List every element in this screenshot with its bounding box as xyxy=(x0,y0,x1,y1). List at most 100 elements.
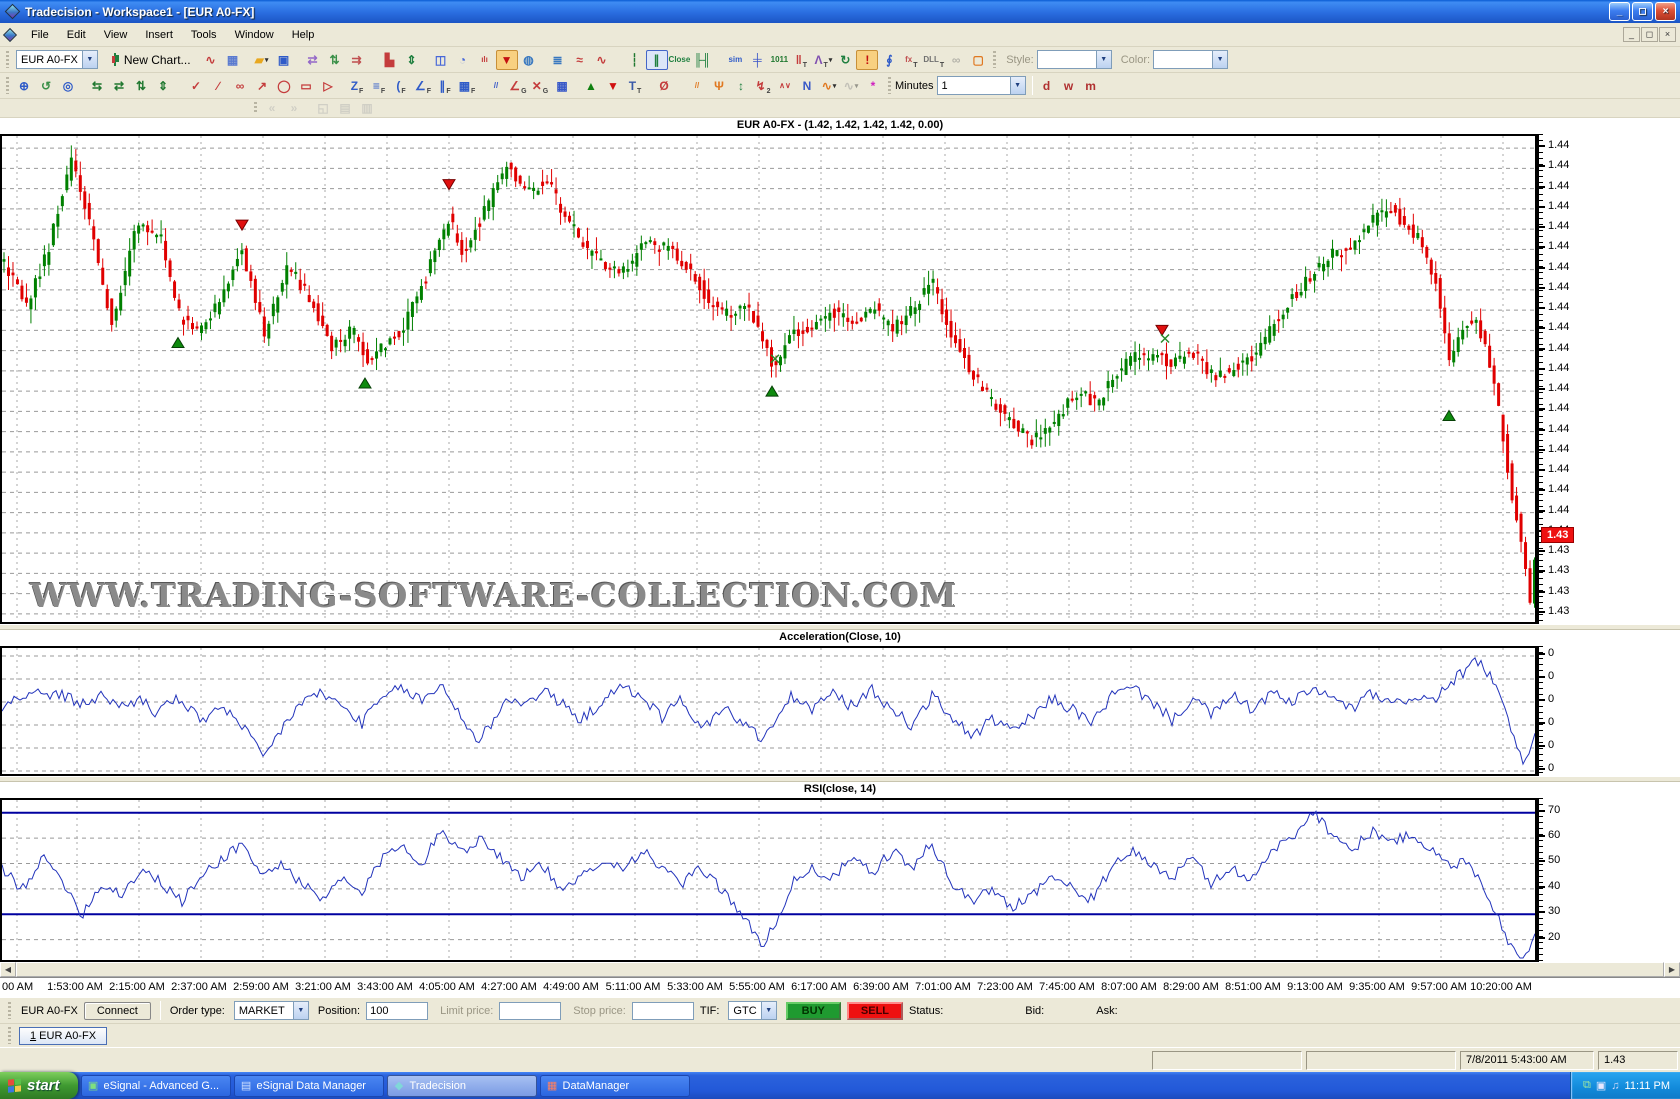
tif-select[interactable]: GTC ▼ xyxy=(728,1001,776,1020)
toolbar-grip[interactable] xyxy=(8,1027,11,1043)
color-combo[interactable]: ▼ xyxy=(1153,50,1228,69)
new-chart-button[interactable]: New Chart... xyxy=(103,50,198,70)
style-ticks-icon[interactable]: ┆ xyxy=(624,50,646,70)
session-clock-icon[interactable]: ◔ xyxy=(452,50,474,70)
text-label-icon[interactable]: TT xyxy=(624,76,646,96)
chevron-down-icon[interactable]: ▼ xyxy=(761,1002,776,1019)
volume-icon[interactable]: ♫ xyxy=(1611,1080,1619,1092)
mdi-restore-button[interactable]: ◻ xyxy=(1641,27,1658,42)
cycle-wave-icon[interactable]: ∿▾ xyxy=(818,76,840,96)
weekly-bars-icon[interactable]: w xyxy=(1058,76,1080,96)
main-price-chart[interactable]: WWW.TRADING-SOFTWARE-COLLECTION.COM xyxy=(0,134,1535,624)
display-icon[interactable]: ▣ xyxy=(1596,1079,1606,1092)
updown-candles-icon[interactable]: ⇕ xyxy=(401,50,423,70)
zigzag-icon[interactable]: ∧∨ xyxy=(774,76,796,96)
symbol-combo[interactable]: EUR A0-FX ▼ xyxy=(16,50,98,69)
minimize-button[interactable]: _ xyxy=(1609,2,1630,21)
binary-code-icon[interactable]: 1011 xyxy=(768,50,790,70)
fibo-retracement-icon[interactable]: ≡F xyxy=(368,76,390,96)
chevron-down-icon[interactable]: ▼ xyxy=(1096,51,1111,68)
start-button[interactable]: start xyxy=(0,1072,78,1099)
style-candles-icon[interactable]: ∥ xyxy=(646,50,668,70)
expand-vertical-icon[interactable]: ⇕ xyxy=(152,76,174,96)
squeeze-vertical-icon[interactable]: ⇅ xyxy=(130,76,152,96)
range-measure-icon[interactable]: ↕ xyxy=(730,76,752,96)
open-folder-icon[interactable]: ▰▾ xyxy=(251,50,273,70)
percent-change-icon[interactable]: ↯2 xyxy=(752,76,774,96)
sketch-formula-icon[interactable]: ∮ xyxy=(878,50,900,70)
sim-trade-icon[interactable]: sim xyxy=(724,50,746,70)
toolbar-grip[interactable] xyxy=(8,1002,11,1020)
menu-edit[interactable]: Edit xyxy=(58,25,95,45)
horizontal-scrollbar[interactable]: ◀ ▶ xyxy=(0,962,1680,977)
chevron-down-icon[interactable]: ▼ xyxy=(82,51,97,68)
dll-icon[interactable]: DLLT xyxy=(922,50,945,70)
daily-bars-icon[interactable]: d xyxy=(1036,76,1058,96)
minutes-combo[interactable]: 1 ▼ xyxy=(937,76,1026,95)
close-button[interactable]: × xyxy=(1655,2,1676,21)
volume-histogram-icon[interactable]: ılı xyxy=(474,50,496,70)
print-layout-icon[interactable]: ▦ xyxy=(222,50,244,70)
taskbar-button-tradecision[interactable]: ◆Tradecision xyxy=(387,1075,537,1097)
fx-function-icon[interactable]: fxT xyxy=(900,50,922,70)
improver-icon[interactable]: ‖T xyxy=(790,50,812,70)
star-burst-icon[interactable]: * xyxy=(862,76,884,96)
toolbar-grip[interactable] xyxy=(888,77,891,95)
wave-profile-icon[interactable]: N xyxy=(796,76,818,96)
chart-wizard-icon[interactable]: ∿ xyxy=(200,50,222,70)
chevron-down-icon[interactable]: ▼ xyxy=(1010,77,1025,94)
menu-window[interactable]: Window xyxy=(226,25,283,45)
news-globe-icon[interactable]: ◍ xyxy=(518,50,540,70)
limit-price-input[interactable] xyxy=(499,1002,561,1020)
parallel-lines-icon[interactable]: // xyxy=(485,76,507,96)
taskbar-button-datamanager[interactable]: ▦DataManager xyxy=(540,1075,690,1097)
connect-button[interactable]: Connect xyxy=(84,1002,151,1020)
import-chart-icon[interactable]: ⇅ xyxy=(324,50,346,70)
monthly-bars-icon[interactable]: m xyxy=(1080,76,1102,96)
gann-grid-icon[interactable]: ✕G xyxy=(529,76,551,96)
network-icon[interactable]: ⧉ xyxy=(1583,1079,1591,1092)
draw-trendline-icon[interactable]: ∕ xyxy=(207,76,229,96)
mdi-close-button[interactable]: × xyxy=(1659,27,1676,42)
order-type-select[interactable]: MARKET ▼ xyxy=(234,1001,309,1020)
gann-fan-icon[interactable]: ∠G xyxy=(507,76,529,96)
taskbar-button-esignal-data-manager[interactable]: ▤eSignal Data Manager xyxy=(234,1075,384,1097)
menu-file[interactable]: File xyxy=(22,25,58,45)
regression-lines-icon[interactable]: // xyxy=(686,76,708,96)
menu-view[interactable]: View xyxy=(95,25,137,45)
fibo-channel-icon[interactable]: ∥F xyxy=(434,76,456,96)
strategy-swap-icon[interactable]: ↻ xyxy=(834,50,856,70)
share-chart-icon[interactable]: ⇄ xyxy=(302,50,324,70)
fibo-grid-icon[interactable]: ▦F xyxy=(456,76,478,96)
title-bar[interactable]: Tradecision - Workspace1 - [EUR A0-FX] _… xyxy=(0,0,1680,23)
scrollbar-thumb[interactable] xyxy=(16,962,1664,977)
buy-arrow-icon[interactable]: ▲ xyxy=(580,76,602,96)
fibo-fan-icon[interactable]: ∠F xyxy=(412,76,434,96)
select-region-icon[interactable]: ▢ xyxy=(967,50,989,70)
toolbar-grip[interactable] xyxy=(993,51,996,69)
symbol-scan-icon[interactable]: ∿ xyxy=(591,50,613,70)
market-scan-icon[interactable]: ≈ xyxy=(569,50,591,70)
draw-triangle-icon[interactable]: ▷ xyxy=(317,76,339,96)
draw-ellipse-icon[interactable]: ◯ xyxy=(273,76,295,96)
fibo-time-zones-icon[interactable]: ZF xyxy=(346,76,368,96)
buy-button[interactable]: BUY xyxy=(786,1002,841,1020)
chevron-down-icon[interactable]: ▼ xyxy=(293,1002,308,1019)
toolbar-grip[interactable] xyxy=(6,77,9,95)
position-input[interactable] xyxy=(366,1002,428,1020)
strategy-alert-icon[interactable]: ! xyxy=(856,50,878,70)
style-close-line-icon[interactable]: Close xyxy=(668,50,692,70)
price-axis[interactable]: 1.431.431.431.431.441.441.441.441.441.44… xyxy=(1535,134,1680,624)
grid-box-icon[interactable]: ▦ xyxy=(551,76,573,96)
pin-strategy-icon[interactable]: ╪ xyxy=(746,50,768,70)
stop-price-input[interactable] xyxy=(632,1002,694,1020)
menu-insert[interactable]: Insert xyxy=(136,25,182,45)
zoom-all-icon[interactable]: ◎ xyxy=(57,76,79,96)
menu-tools[interactable]: Tools xyxy=(182,25,226,45)
scrollbar-right-arrow[interactable]: ▶ xyxy=(1664,962,1680,977)
style-bars-icon[interactable]: ╟╢ xyxy=(691,50,713,70)
eraser-icon[interactable]: Ø xyxy=(653,76,675,96)
indicator-list-icon[interactable]: ≣ xyxy=(547,50,569,70)
merge-data-icon[interactable]: ⇉ xyxy=(346,50,368,70)
fibo-arcs-icon[interactable]: (F xyxy=(390,76,412,96)
